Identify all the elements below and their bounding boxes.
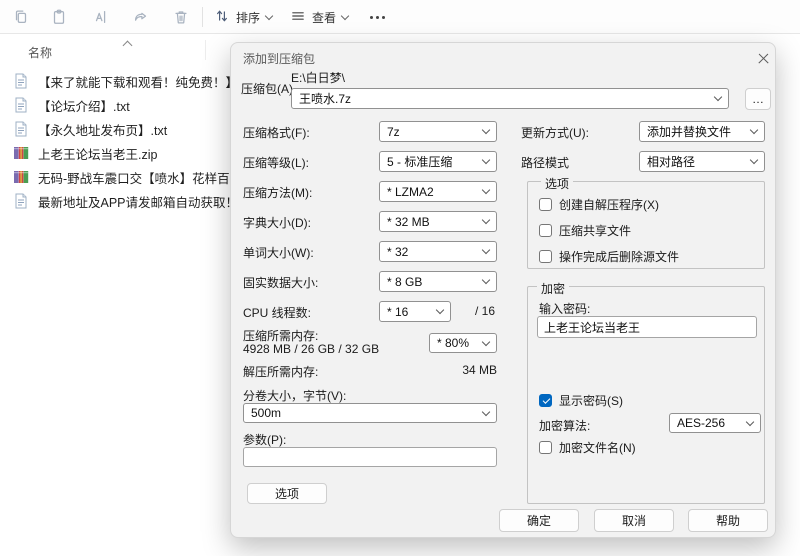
password-input[interactable]: 上老王论坛当老王 (537, 316, 757, 338)
mem-decompress-label: 解压所需内存: (243, 365, 319, 379)
options-group-legend: 选项 (541, 175, 574, 192)
level-label: 压缩等级(L): (243, 156, 310, 170)
explorer-toolbar: 排序 查看 (0, 0, 800, 34)
file-row[interactable]: 无码-野战车震口交【喷水】花样百出.7z (4, 165, 259, 189)
volume-size-label: 分卷大小，字节(V): (243, 389, 347, 403)
sort-label: 排序 (236, 10, 261, 25)
sfx-checkbox[interactable]: 创建自解压程序(X) (539, 196, 659, 213)
format-combo[interactable]: 7z (379, 121, 497, 142)
update-mode-label: 更新方式(U): (521, 126, 589, 140)
solid-block-combo[interactable]: * 8 GB (379, 271, 497, 292)
volume-size-combo[interactable]: 500m (243, 403, 497, 423)
archive-label: 压缩包(A) (241, 82, 293, 96)
checkbox-icon (539, 441, 552, 454)
file-name: 【永久地址发布页】.txt (38, 123, 168, 138)
file-name: 【论坛介绍】.txt (38, 99, 130, 114)
text-file-icon (15, 193, 27, 209)
screen: 排序 查看 名称 【来了就能下载和观看！纯免费！】.txt 【论坛介绍】.txt (0, 0, 800, 556)
cpu-threads-label: CPU 线程数: (243, 306, 312, 320)
word-size-label: 单词大小(W): (243, 246, 314, 260)
text-file-icon (15, 121, 27, 137)
dictionary-combo[interactable]: * 32 MB (379, 211, 497, 232)
archive-file-icon (14, 147, 29, 159)
toolbar-divider (202, 7, 203, 27)
archive-path: E:\白日梦\ (291, 71, 346, 85)
help-button[interactable]: 帮助 (688, 509, 768, 532)
dictionary-label: 字典大小(D): (243, 216, 311, 230)
parameters-input[interactable] (243, 447, 497, 467)
cpu-threads-max: / 16 (475, 304, 496, 318)
paste-icon[interactable] (46, 5, 72, 29)
copy-icon[interactable] (8, 5, 34, 29)
rename-icon[interactable] (88, 5, 114, 29)
text-file-icon (15, 97, 27, 113)
encryption-method-label: 加密算法: (539, 419, 591, 433)
shared-files-checkbox[interactable]: 压缩共享文件 (539, 222, 631, 239)
view-button[interactable]: 查看 (286, 5, 352, 29)
update-mode-combo[interactable]: 添加并替换文件 (639, 121, 765, 142)
chevron-down-icon (264, 11, 274, 20)
options-button[interactable]: 选项 (247, 483, 327, 504)
text-file-icon (15, 73, 27, 89)
ellipsis-icon (370, 15, 385, 19)
show-password-checkbox[interactable]: 显示密码(S) (539, 392, 623, 409)
archive-file-icon (14, 171, 29, 183)
checkbox-icon (539, 250, 552, 263)
add-to-archive-dialog: 添加到压缩包 压缩包(A) E:\白日梦\ 王喷水.7z … 压缩格式(F): … (230, 42, 776, 538)
sort-icon (214, 8, 230, 27)
file-row[interactable]: 【永久地址发布页】.txt (4, 117, 244, 141)
file-row[interactable]: 上老王论坛当老王.zip (4, 141, 244, 165)
dialog-title: 添加到压缩包 (243, 52, 316, 66)
cancel-button[interactable]: 取消 (594, 509, 674, 532)
more-options-button[interactable] (366, 5, 389, 29)
cpu-threads-combo[interactable]: * 16 (379, 301, 451, 322)
archive-name-combo[interactable]: 王喷水.7z (291, 88, 729, 109)
path-mode-combo[interactable]: 相对路径 (639, 151, 765, 172)
share-icon[interactable] (128, 5, 154, 29)
view-label: 查看 (312, 10, 337, 25)
column-header-name[interactable]: 名称 (28, 44, 52, 61)
sort-ascending-icon (122, 40, 133, 51)
encryption-group-legend: 加密 (537, 280, 570, 297)
file-name: 【来了就能下载和观看！纯免费！】.txt (38, 75, 255, 90)
encryption-method-combo[interactable]: AES-256 (669, 413, 761, 433)
method-label: 压缩方法(M): (243, 186, 313, 200)
level-combo[interactable]: 5 - 标准压缩 (379, 151, 497, 172)
word-size-combo[interactable]: * 32 (379, 241, 497, 262)
file-row[interactable]: 最新地址及APP请发邮箱自动获取！！！.... (4, 189, 277, 213)
view-icon (290, 8, 306, 27)
file-row[interactable]: 【论坛介绍】.txt (4, 93, 244, 117)
format-label: 压缩格式(F): (243, 126, 310, 140)
checkbox-icon (539, 224, 552, 237)
checkbox-checked-icon (539, 394, 552, 407)
parameters-label: 参数(P): (243, 433, 287, 447)
file-name: 无码-野战车震口交【喷水】花样百出.7z (38, 171, 259, 186)
delete-after-checkbox[interactable]: 操作完成后删除源文件 (539, 248, 679, 265)
solid-block-label: 固实数据大小: (243, 276, 319, 290)
chevron-down-icon (340, 11, 350, 20)
checkbox-icon (539, 198, 552, 211)
delete-icon[interactable] (168, 5, 194, 29)
sort-button[interactable]: 排序 (210, 5, 276, 29)
file-name: 上老王论坛当老王.zip (38, 147, 158, 162)
ok-button[interactable]: 确定 (499, 509, 579, 532)
mem-usage-combo[interactable]: * 80% (429, 333, 497, 353)
encrypt-filenames-checkbox[interactable]: 加密文件名(N) (539, 439, 636, 456)
archive-name-value: 王喷水.7z (299, 92, 352, 106)
method-combo[interactable]: * LZMA2 (379, 181, 497, 202)
password-label: 输入密码: (539, 302, 591, 316)
close-icon[interactable] (753, 48, 775, 70)
path-mode-label: 路径模式 (521, 156, 570, 170)
browse-button[interactable]: … (745, 88, 771, 110)
file-row[interactable]: 【来了就能下载和观看！纯免费！】.txt (4, 69, 255, 93)
mem-compress-detail: 4928 MB / 26 GB / 32 GB (243, 342, 380, 356)
mem-decompress-value: 34 MB (462, 363, 497, 377)
column-separator[interactable] (205, 40, 206, 60)
